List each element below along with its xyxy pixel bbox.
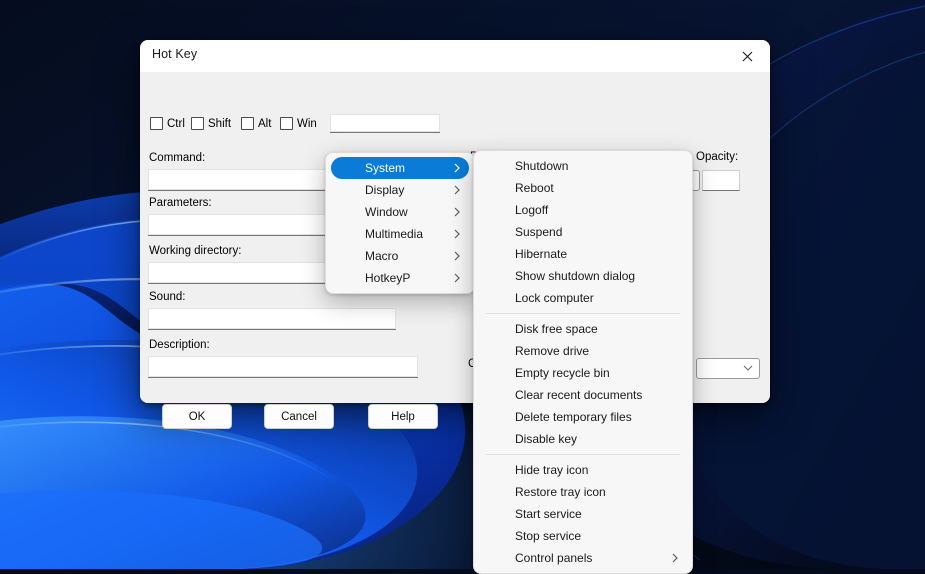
menu-item-macro[interactable]: Macro — [331, 245, 469, 267]
chevron-right-icon — [454, 223, 460, 245]
menu-item-restore-tray-icon-label: Restore tray icon — [515, 485, 606, 499]
menu-separator — [486, 313, 680, 314]
menu-item-hotkeyp[interactable]: HotkeyP — [331, 267, 469, 289]
checkbox-win[interactable]: Win — [280, 117, 317, 130]
menu-item-remove-drive-label: Remove drive — [515, 344, 590, 358]
cancel-button[interactable]: Cancel — [264, 404, 334, 429]
menu-item-display-label: Display — [365, 183, 405, 197]
menu-item-stop-service[interactable]: Stop service — [479, 525, 687, 547]
partial-option-select[interactable] — [696, 358, 760, 379]
menu-item-window[interactable]: Window — [331, 201, 469, 223]
menu-item-multimedia[interactable]: Multimedia — [331, 223, 469, 245]
menu-item-show-shutdown-dialog-label: Show shutdown dialog — [515, 269, 636, 283]
opacity-label: Opacity: — [696, 151, 739, 163]
menu-item-suspend[interactable]: Suspend — [479, 221, 687, 243]
checkbox-alt-box — [241, 117, 254, 130]
menu-item-hibernate-label: Hibernate — [515, 247, 568, 261]
menu-item-delete-temporary-files-label: Delete temporary files — [515, 410, 632, 424]
chevron-right-icon — [454, 267, 460, 289]
menu-separator — [486, 454, 680, 455]
menu-item-start-service-label: Start service — [515, 507, 582, 521]
menu-item-disk-free-space-label: Disk free space — [515, 322, 598, 336]
chevron-right-icon — [672, 547, 678, 569]
menu-item-control-panels-label: Control panels — [515, 551, 593, 565]
menu-item-suspend-label: Suspend — [515, 225, 563, 239]
menu-item-reboot[interactable]: Reboot — [479, 177, 687, 199]
close-icon — [742, 51, 752, 61]
menu-item-clear-recent-documents-label: Clear recent documents — [515, 388, 643, 402]
menu-item-start-service[interactable]: Start service — [479, 503, 687, 525]
menu-item-clear-recent-documents[interactable]: Clear recent documents — [479, 384, 687, 406]
menu-item-macro-label: Macro — [365, 249, 399, 263]
menu-item-disable-key-label: Disable key — [515, 432, 578, 446]
working-directory-label: Working directory: — [149, 245, 242, 257]
menu-item-disable-key[interactable]: Disable key — [479, 428, 687, 450]
menu-item-lock-computer[interactable]: Lock computer — [479, 287, 687, 309]
menu-item-empty-recycle-bin[interactable]: Empty recycle bin — [479, 362, 687, 384]
menu-item-logoff-label: Logoff — [515, 203, 549, 217]
chevron-right-icon — [454, 245, 460, 267]
command-context-menu: System Display Window Multimedia Macro H… — [325, 152, 475, 294]
chevron-right-icon — [454, 157, 460, 179]
checkbox-win-box — [280, 117, 293, 130]
description-label: Description: — [149, 339, 210, 351]
help-button[interactable]: Help — [368, 404, 438, 429]
checkbox-shift-box — [191, 117, 204, 130]
checkbox-alt-label: Alt — [258, 117, 272, 130]
chevron-right-icon — [454, 179, 460, 201]
menu-item-restore-tray-icon[interactable]: Restore tray icon — [479, 481, 687, 503]
dialog-titlebar: Hot Key — [140, 40, 770, 72]
sound-label: Sound: — [149, 291, 186, 303]
checkbox-alt[interactable]: Alt — [241, 117, 271, 130]
menu-item-window-label: Window — [365, 205, 408, 219]
chevron-down-icon — [741, 362, 755, 376]
command-label: Command: — [149, 152, 206, 164]
menu-item-stop-service-label: Stop service — [515, 529, 582, 543]
menu-item-system[interactable]: System — [331, 157, 469, 179]
checkbox-win-label: Win — [297, 117, 317, 130]
menu-item-lock-computer-label: Lock computer — [515, 291, 594, 305]
menu-item-hibernate[interactable]: Hibernate — [479, 243, 687, 265]
parameters-label: Parameters: — [149, 197, 212, 209]
sound-input[interactable] — [148, 308, 396, 330]
menu-item-multimedia-label: Multimedia — [365, 227, 424, 241]
menu-item-disk-free-space[interactable]: Disk free space — [479, 318, 687, 340]
menu-item-system-label: System — [365, 161, 406, 175]
menu-item-hide-tray-icon[interactable]: Hide tray icon — [479, 459, 687, 481]
menu-item-remove-drive[interactable]: Remove drive — [479, 340, 687, 362]
menu-item-reboot-label: Reboot — [515, 181, 554, 195]
dialog-title: Hot Key — [152, 47, 198, 61]
system-submenu: Shutdown Reboot Logoff Suspend Hibernate… — [473, 150, 693, 574]
menu-item-shutdown-label: Shutdown — [515, 159, 569, 173]
menu-item-control-panels[interactable]: Control panels — [479, 547, 687, 569]
description-input[interactable] — [148, 356, 418, 378]
chevron-right-icon — [454, 201, 460, 223]
hotkey-input[interactable] — [330, 114, 440, 133]
checkbox-shift[interactable]: Shift — [191, 117, 231, 130]
checkbox-ctrl-label: Ctrl — [167, 117, 185, 130]
ok-button[interactable]: OK — [162, 404, 232, 429]
menu-item-empty-recycle-bin-label: Empty recycle bin — [515, 366, 610, 380]
checkbox-ctrl-box — [150, 117, 163, 130]
menu-item-delete-temporary-files[interactable]: Delete temporary files — [479, 406, 687, 428]
checkbox-ctrl[interactable]: Ctrl — [150, 117, 185, 130]
menu-item-hide-tray-icon-label: Hide tray icon — [515, 463, 589, 477]
close-button[interactable] — [724, 40, 770, 72]
opacity-input[interactable] — [702, 170, 740, 191]
menu-item-display[interactable]: Display — [331, 179, 469, 201]
menu-item-hotkeyp-label: HotkeyP — [365, 271, 411, 285]
menu-item-logoff[interactable]: Logoff — [479, 199, 687, 221]
menu-item-shutdown[interactable]: Shutdown — [479, 155, 687, 177]
checkbox-shift-label: Shift — [208, 117, 232, 130]
menu-item-show-shutdown-dialog[interactable]: Show shutdown dialog — [479, 265, 687, 287]
